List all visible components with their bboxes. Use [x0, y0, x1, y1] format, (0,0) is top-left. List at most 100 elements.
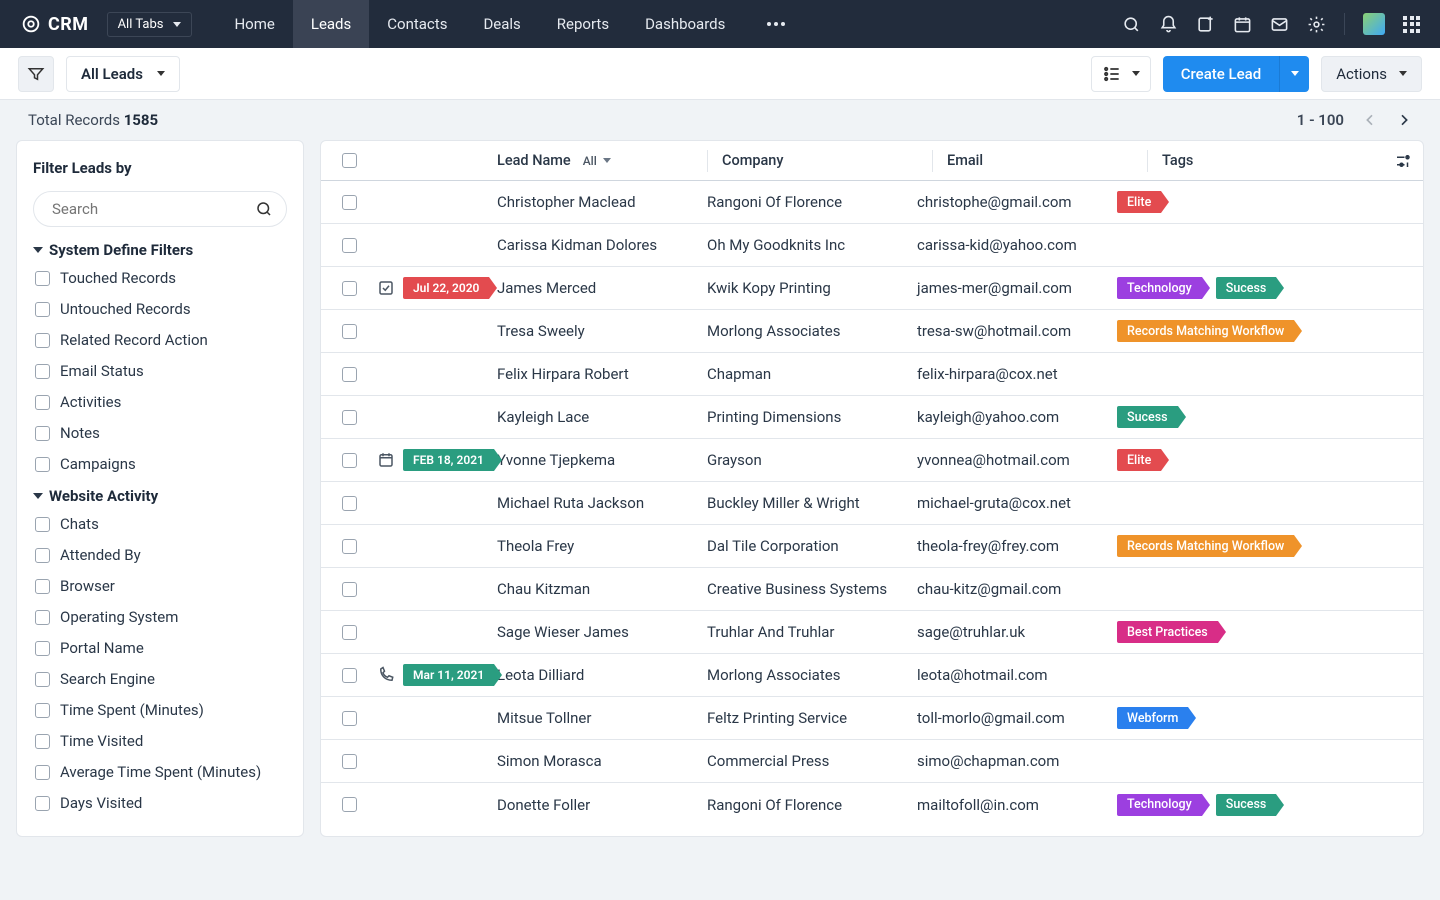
avatar[interactable]: [1363, 13, 1385, 35]
filter-item[interactable]: Chats: [35, 515, 287, 533]
header-company[interactable]: Company: [722, 152, 783, 169]
row-checkbox[interactable]: [342, 582, 357, 597]
create-lead-dropdown[interactable]: [1279, 56, 1309, 92]
table-row[interactable]: Tresa SweelyMorlong Associatestresa-sw@h…: [321, 310, 1423, 353]
table-row[interactable]: Felix Hirpara RobertChapmanfelix-hirpara…: [321, 353, 1423, 396]
filter-item[interactable]: Related Record Action: [35, 331, 287, 349]
checkbox[interactable]: [35, 333, 50, 348]
table-row[interactable]: Jul 22, 2020James MercedKwik Kopy Printi…: [321, 267, 1423, 310]
table-row[interactable]: Donette FollerRangoni Of Florencemailtof…: [321, 783, 1423, 826]
table-row[interactable]: Mar 11, 2021Leota DilliardMorlong Associ…: [321, 654, 1423, 697]
view-selector[interactable]: All Leads: [66, 56, 180, 92]
table-row[interactable]: Simon MorascaCommercial Presssimo@chapma…: [321, 740, 1423, 783]
checkbox[interactable]: [35, 703, 50, 718]
table-row[interactable]: Christopher MacleadRangoni Of Florencech…: [321, 181, 1423, 224]
search-icon[interactable]: [1122, 15, 1141, 34]
select-all-checkbox[interactable]: [342, 153, 357, 168]
bell-icon[interactable]: [1159, 15, 1178, 34]
table-row[interactable]: Mitsue TollnerFeltz Printing Servicetoll…: [321, 697, 1423, 740]
row-checkbox[interactable]: [342, 668, 357, 683]
row-checkbox[interactable]: [342, 281, 357, 296]
row-checkbox[interactable]: [342, 625, 357, 640]
table-row[interactable]: Carissa Kidman DoloresOh My Goodknits In…: [321, 224, 1423, 267]
filter-icon-button[interactable]: [18, 56, 54, 92]
filter-item[interactable]: Days Visited: [35, 794, 287, 812]
filter-item[interactable]: Time Spent (Minutes): [35, 701, 287, 719]
filter-item[interactable]: Attended By: [35, 546, 287, 564]
row-checkbox[interactable]: [342, 367, 357, 382]
apps-icon[interactable]: [1403, 16, 1420, 33]
filter-item[interactable]: Email Status: [35, 362, 287, 380]
table-row[interactable]: Michael Ruta JacksonBuckley Miller & Wri…: [321, 482, 1423, 525]
header-tags[interactable]: Tags: [1162, 152, 1193, 169]
nav-more[interactable]: [753, 22, 799, 26]
filter-item[interactable]: Notes: [35, 424, 287, 442]
nav-item-reports[interactable]: Reports: [539, 0, 627, 48]
checkbox[interactable]: [35, 579, 50, 594]
checkbox[interactable]: [35, 517, 50, 532]
name-filter-dropdown[interactable]: All: [583, 154, 611, 168]
row-checkbox[interactable]: [342, 496, 357, 511]
filter-group-header[interactable]: Website Activity: [33, 487, 287, 505]
checkbox[interactable]: [35, 548, 50, 563]
checkbox[interactable]: [35, 641, 50, 656]
row-checkbox[interactable]: [342, 539, 357, 554]
header-name[interactable]: Lead Name: [497, 152, 571, 169]
nav-item-leads[interactable]: Leads: [293, 0, 369, 48]
create-lead-button[interactable]: Create Lead: [1163, 56, 1280, 92]
row-checkbox[interactable]: [342, 324, 357, 339]
table-row[interactable]: Sage Wieser JamesTruhlar And Truhlarsage…: [321, 611, 1423, 654]
add-note-icon[interactable]: [1196, 15, 1215, 34]
columns-config-icon[interactable]: [1394, 152, 1412, 170]
checkbox[interactable]: [35, 672, 50, 687]
tabs-dropdown[interactable]: All Tabs: [107, 12, 193, 37]
checkbox[interactable]: [35, 364, 50, 379]
nav-item-home[interactable]: Home: [216, 0, 292, 48]
checkbox[interactable]: [35, 395, 50, 410]
checkbox[interactable]: [35, 271, 50, 286]
nav-item-deals[interactable]: Deals: [465, 0, 538, 48]
list-view-toggle[interactable]: [1091, 56, 1151, 92]
checkbox[interactable]: [35, 457, 50, 472]
checkbox[interactable]: [35, 765, 50, 780]
filter-group-header[interactable]: System Define Filters: [33, 241, 287, 259]
filter-item[interactable]: Portal Name: [35, 639, 287, 657]
tabs-dropdown-label: All Tabs: [118, 17, 164, 32]
row-checkbox[interactable]: [342, 754, 357, 769]
filter-item[interactable]: Touched Records: [35, 269, 287, 287]
filter-item[interactable]: Time Visited: [35, 732, 287, 750]
table-row[interactable]: Kayleigh LacePrinting Dimensionskayleigh…: [321, 396, 1423, 439]
filter-search-input[interactable]: [33, 191, 287, 227]
chevron-right-icon[interactable]: [1396, 112, 1412, 128]
nav-item-contacts[interactable]: Contacts: [369, 0, 465, 48]
table-row[interactable]: Theola FreyDal Tile Corporationtheola-fr…: [321, 525, 1423, 568]
table-row[interactable]: Chau KitzmanCreative Business Systemscha…: [321, 568, 1423, 611]
filter-item[interactable]: Activities: [35, 393, 287, 411]
table-row[interactable]: FEB 18, 2021Yvonne TjepkemaGraysonyvonne…: [321, 439, 1423, 482]
checkbox[interactable]: [35, 610, 50, 625]
filter-item[interactable]: Average Time Spent (Minutes): [35, 763, 287, 781]
row-checkbox[interactable]: [342, 238, 357, 253]
checkbox[interactable]: [35, 426, 50, 441]
brand-logo[interactable]: CRM: [20, 13, 89, 35]
filter-item[interactable]: Operating System: [35, 608, 287, 626]
row-checkbox[interactable]: [342, 453, 357, 468]
nav-item-dashboards[interactable]: Dashboards: [627, 0, 743, 48]
actions-button[interactable]: Actions: [1321, 56, 1422, 92]
header-email[interactable]: Email: [947, 152, 983, 169]
chevron-left-icon[interactable]: [1362, 112, 1378, 128]
mail-icon[interactable]: [1270, 15, 1289, 34]
calendar-icon[interactable]: [1233, 15, 1252, 34]
filter-item[interactable]: Untouched Records: [35, 300, 287, 318]
row-checkbox[interactable]: [342, 797, 357, 812]
checkbox[interactable]: [35, 734, 50, 749]
checkbox[interactable]: [35, 796, 50, 811]
gear-icon[interactable]: [1307, 15, 1326, 34]
filter-item[interactable]: Campaigns: [35, 455, 287, 473]
filter-item[interactable]: Browser: [35, 577, 287, 595]
checkbox[interactable]: [35, 302, 50, 317]
row-checkbox[interactable]: [342, 410, 357, 425]
filter-item[interactable]: Search Engine: [35, 670, 287, 688]
row-checkbox[interactable]: [342, 195, 357, 210]
row-checkbox[interactable]: [342, 711, 357, 726]
